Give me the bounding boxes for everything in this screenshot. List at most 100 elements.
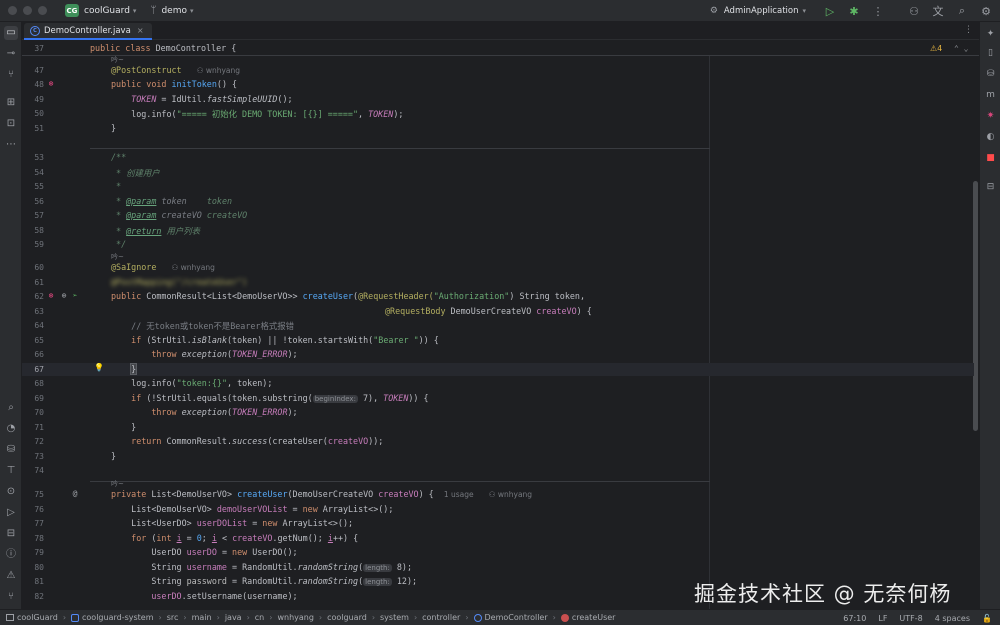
code-line: String username = RandomUtil.randomStrin…: [151, 562, 412, 572]
line-number: 70: [34, 408, 44, 417]
bookmark-panel-icon[interactable]: ⊟: [984, 181, 997, 194]
profiler-icon[interactable]: ◔: [4, 422, 18, 436]
red-plugin-icon[interactable]: ■: [984, 152, 997, 165]
services-icon[interactable]: ⊙: [4, 485, 18, 499]
breadcrumb-item[interactable]: cn: [255, 613, 264, 622]
caret-position[interactable]: 67:10: [843, 614, 866, 623]
code-line: UserDO userDO = new UserDO();: [151, 547, 298, 557]
current-line-highlight: [22, 363, 974, 376]
warning-indicator[interactable]: ⚠4: [930, 44, 942, 53]
close-window-button[interactable]: [8, 6, 17, 15]
parameter-hint: length:: [363, 564, 392, 572]
line-separator[interactable]: LF: [878, 614, 887, 623]
database-icon[interactable]: ⛁: [4, 443, 18, 457]
navigate-warnings-icon[interactable]: ⌃ ⌄: [954, 44, 968, 53]
code-line: public CommonResult<List<DemoUserVO>> cr…: [111, 291, 585, 301]
minimize-window-button[interactable]: [23, 6, 32, 15]
editor-tab[interactable]: C DemoController.java ×: [24, 23, 152, 40]
line-number: 72: [34, 437, 44, 446]
editor-scrollbar[interactable]: [973, 181, 978, 431]
code-line: @SaIgnore ⚇ wnhyang: [111, 262, 215, 272]
code-line: /**: [111, 152, 127, 162]
read-only-lock-icon[interactable]: 🔓: [982, 614, 992, 623]
close-icon[interactable]: ×: [137, 26, 144, 35]
run-tool-icon[interactable]: ▷: [4, 506, 18, 520]
search-icon[interactable]: ⌕: [956, 4, 968, 18]
breadcrumb-item[interactable]: coolguard: [327, 613, 367, 622]
code-line: userDO.setUsername(username);: [151, 591, 298, 601]
parameter-hint: beginIndex:: [312, 395, 358, 403]
sticky-header: 37 public class DemoController { ⚠4 ⌃ ⌄: [22, 41, 979, 56]
lightbulb-icon[interactable]: 💡: [94, 363, 104, 373]
code-line: }: [111, 123, 117, 133]
code-line: if (!StrUtil.equals(token.substring(begi…: [131, 393, 429, 403]
find-icon[interactable]: ⌕: [4, 401, 18, 415]
run-config-selector[interactable]: ⚙ AdminApplication ▾: [708, 6, 806, 16]
breadcrumb-item[interactable]: src: [167, 613, 179, 622]
commit-icon[interactable]: ⊸: [4, 47, 18, 61]
bookmarks-icon[interactable]: ⊡: [4, 117, 18, 131]
ai-assistant-icon[interactable]: ✦: [984, 28, 997, 41]
database-icon[interactable]: ⛁: [984, 68, 997, 81]
code-line: // 无token或token不是Bearer格式报错: [131, 321, 294, 331]
todo-icon[interactable]: ⚠: [4, 569, 18, 583]
breadcrumb-item[interactable]: system: [380, 613, 409, 622]
folder-icon: [6, 614, 14, 621]
more-tools-icon[interactable]: ⋯: [4, 138, 18, 152]
indent-setting[interactable]: 4 spaces: [935, 614, 970, 623]
breadcrumb-item[interactable]: coolguard-system: [71, 613, 154, 622]
terminal-icon[interactable]: ⊟: [4, 527, 18, 541]
code-line: public void initToken() {: [111, 79, 238, 89]
line-number: 57: [34, 211, 44, 220]
breadcrumb-item[interactable]: createUser: [560, 613, 615, 622]
method-icon: [560, 613, 569, 622]
spring-bean-icon[interactable]: ⊛: [46, 79, 56, 89]
inlay-annotation: 吟~: [111, 253, 124, 261]
watermark: 掘金技术社区 @ 无奈何杨: [694, 582, 952, 606]
code-line: }: [111, 451, 117, 461]
endpoints-icon[interactable]: ⊤: [4, 464, 18, 478]
spring-bean-icon[interactable]: ⊛: [46, 291, 56, 301]
add-user-icon[interactable]: ⚇: [908, 5, 920, 18]
maven-icon[interactable]: m: [984, 89, 997, 102]
code-line: }: [131, 422, 137, 432]
tab-options-icon[interactable]: ⋮: [964, 25, 973, 35]
status-bar: coolGuard › coolguard-system › src › main › …: [0, 609, 1000, 625]
breadcrumb-item[interactable]: java: [225, 613, 242, 622]
breadcrumb-item[interactable]: controller: [422, 613, 460, 622]
debug-icon[interactable]: ✱: [848, 5, 860, 18]
git-icon[interactable]: ⑂: [4, 590, 18, 604]
line-number: 66: [34, 350, 44, 359]
endpoint-icon[interactable]: ⊕: [59, 291, 69, 301]
code-line: throw exception(TOKEN_ERROR);: [151, 407, 298, 417]
notifications-icon[interactable]: ▯: [984, 47, 997, 60]
settings-icon[interactable]: ⚙: [980, 5, 992, 18]
send-request-icon[interactable]: ➢: [70, 291, 80, 301]
plugin-icon[interactable]: ✷: [984, 110, 997, 123]
structure-icon[interactable]: ⊞: [4, 96, 18, 110]
gradle-icon[interactable]: ◐: [984, 131, 997, 144]
breadcrumb: coolGuard › coolguard-system › src › main › …: [0, 613, 615, 622]
breadcrumb-item[interactable]: DemoController: [473, 613, 548, 622]
code-line: for (int i = 0; i < createVO.getNum(); i…: [131, 533, 359, 543]
problems-icon[interactable]: ⓘ: [4, 548, 18, 562]
java-class-icon: C: [30, 25, 40, 36]
file-encoding[interactable]: UTF-8: [899, 614, 922, 623]
line-number: 76: [34, 505, 44, 514]
project-selector[interactable]: coolGuard ▾: [84, 6, 136, 16]
breadcrumb-item[interactable]: main: [192, 613, 212, 622]
run-icon[interactable]: ▷: [824, 5, 836, 18]
code-line: private List<DemoUserVO> createUser(Demo…: [111, 489, 533, 499]
translate-icon[interactable]: 文: [932, 3, 944, 19]
breadcrumb-item[interactable]: coolGuard: [6, 613, 58, 622]
branch-selector[interactable]: demo ▾: [161, 6, 193, 16]
override-icon[interactable]: @: [70, 489, 80, 499]
code-line: return CommonResult.success(createUser(c…: [131, 436, 384, 446]
pull-request-icon[interactable]: ⑂: [4, 68, 18, 82]
project-folder-icon[interactable]: ▭: [4, 26, 18, 40]
code-editor[interactable]: 37 public class DemoController { ⚠4 ⌃ ⌄ …: [22, 41, 979, 609]
maximize-window-button[interactable]: [38, 6, 47, 15]
breadcrumb-item[interactable]: wnhyang: [277, 613, 313, 622]
title-bar: CG coolGuard ▾ ᛘ demo ▾ ⚙ AdminApplicati…: [0, 0, 1000, 22]
more-actions-icon[interactable]: ⋮: [872, 5, 884, 18]
